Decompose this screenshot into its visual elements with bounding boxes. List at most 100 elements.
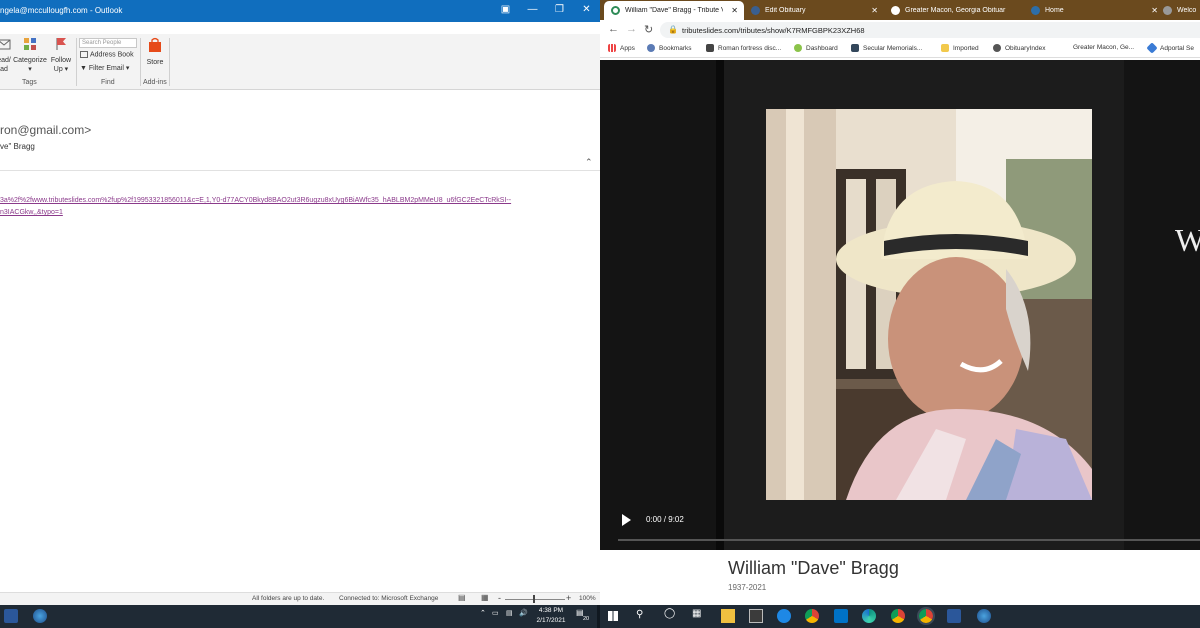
- normal-view-icon[interactable]: ▤: [458, 593, 466, 602]
- memorial-icon: [851, 44, 859, 52]
- flag-icon: [56, 38, 66, 50]
- browser-toolbar: ← → ↻ 🔒 tributeslides.com/tributes/show/…: [600, 20, 1200, 40]
- outlook-window-title: ngela@mccullougfh.com - Outlook: [0, 6, 123, 15]
- zoom-slider-handle[interactable]: [533, 595, 535, 603]
- globe-favicon-icon: [1163, 6, 1172, 15]
- file-explorer-icon[interactable]: [721, 609, 735, 623]
- globe-favicon-icon: [751, 6, 760, 15]
- categorize-button[interactable]: Categorize ▾: [13, 37, 47, 74]
- sender-address: rron@gmail.com>: [0, 123, 92, 137]
- bookmark-imported[interactable]: Imported: [941, 44, 979, 52]
- tab-label: William "Dave" Bragg - Tribute V: [625, 7, 723, 14]
- chrome-profile-icon[interactable]: [891, 609, 905, 623]
- zoom-slider-track[interactable]: [505, 599, 565, 600]
- recipient-line: ve" Bragg: [0, 142, 35, 151]
- chrome-active-icon[interactable]: [917, 607, 935, 625]
- reading-view-icon[interactable]: ▦: [481, 593, 489, 602]
- header-divider: [0, 170, 600, 171]
- ribbon-display-icon[interactable]: ▣: [492, 0, 519, 22]
- envelope-icon: [0, 39, 11, 50]
- filter-icon: ▼: [80, 65, 87, 72]
- tab-strip: William "Dave" Bragg - Tribute V ✕ Edit …: [600, 0, 1200, 20]
- windows-start-icon[interactable]: [608, 611, 618, 621]
- forward-arrow-icon[interactable]: →: [626, 23, 637, 35]
- search-icon[interactable]: ⚲: [636, 609, 643, 620]
- tab-tribute[interactable]: William "Dave" Bragg - Tribute V ✕: [604, 1, 744, 20]
- home-favicon-icon: [1031, 6, 1040, 15]
- bookmark-secular-memorials[interactable]: Secular Memorials...: [851, 44, 922, 52]
- message-link-continued[interactable]: n3IACGkw,,&typo=1: [0, 209, 63, 216]
- close-icon[interactable]: ✕: [573, 0, 600, 22]
- filter-email-button[interactable]: ▼ Filter Email ▾: [80, 64, 129, 72]
- chrome-icon[interactable]: [805, 609, 819, 623]
- system-clock[interactable]: 4:38 PM 2/17/2021: [533, 606, 569, 626]
- desktop: ngela@mccullougfh.com - Outlook ▣ — ❐ ✕ …: [0, 0, 1200, 628]
- tab-label: Home: [1045, 7, 1064, 14]
- bookmark-apps[interactable]: Apps: [608, 44, 635, 52]
- task-view-icon[interactable]: ▦: [692, 608, 701, 619]
- minimize-icon[interactable]: —: [519, 0, 546, 22]
- title-text-fragment: W: [1175, 222, 1200, 258]
- clock-time: 4:38 PM: [538, 607, 564, 614]
- zoom-out-icon[interactable]: -: [498, 593, 501, 603]
- outlook-icon[interactable]: [834, 609, 848, 623]
- categorize-label: Categorize: [13, 57, 47, 64]
- edge-icon[interactable]: [862, 609, 876, 623]
- bookmark-greater-macon[interactable]: Greater Macon, Ge...: [1073, 44, 1134, 51]
- play-icon[interactable]: [622, 514, 631, 526]
- store-button[interactable]: Store: [143, 37, 167, 67]
- address-bar[interactable]: 🔒 tributeslides.com/tributes/show/K7RMFG…: [660, 22, 1200, 38]
- ribbon-separator: [140, 38, 141, 86]
- reload-icon[interactable]: ↻: [644, 23, 653, 36]
- close-tab-icon[interactable]: ✕: [871, 6, 878, 15]
- bookmark-obituary-index[interactable]: ObituaryIndex: [993, 44, 1045, 52]
- close-tab-icon[interactable]: ✕: [731, 6, 738, 15]
- globe-app-icon[interactable]: [977, 609, 991, 623]
- ribbon: ead/ ad Categorize ▾ Follow Up ▾ Tags Se…: [0, 34, 600, 90]
- lock-icon: 🔒: [668, 25, 678, 34]
- tab-welcome[interactable]: Welco: [1156, 1, 1200, 20]
- video-progress-bar[interactable]: [618, 539, 1200, 541]
- bookmark-dashboard[interactable]: Dashboard: [794, 44, 838, 52]
- store-icon[interactable]: [749, 609, 763, 623]
- globe-app-icon[interactable]: [33, 609, 47, 623]
- tribute-title: William "Dave" Bragg: [728, 558, 899, 578]
- search-people-input[interactable]: Search People: [79, 38, 137, 48]
- connection-status: Connected to: Microsoft Exchange: [339, 595, 439, 602]
- tab-greater-macon[interactable]: Greater Macon, Georgia Obituar: [884, 1, 1024, 20]
- back-arrow-icon[interactable]: ←: [608, 23, 619, 35]
- addins-group-label: Add-ins: [143, 79, 167, 86]
- word-icon[interactable]: [4, 609, 18, 623]
- tab-home[interactable]: Home ✕: [1024, 1, 1164, 20]
- folder-icon: [941, 44, 949, 52]
- battery-icon: ▭: [492, 610, 499, 617]
- volume-icon[interactable]: 🔊: [519, 609, 528, 617]
- globe-icon: [993, 44, 1001, 52]
- word-icon[interactable]: [947, 609, 961, 623]
- monitor-divider: [597, 605, 600, 628]
- bookmark-adportal[interactable]: Adportal Se: [1146, 42, 1194, 54]
- bookmark-bookmarks[interactable]: Bookmarks: [647, 44, 692, 52]
- tribute-page: W 0:00 / 9:02 William "Dave" Bragg 1937-…: [600, 58, 1200, 605]
- video-player[interactable]: W 0:00 / 9:02: [600, 60, 1200, 550]
- restore-icon[interactable]: ❐: [546, 0, 573, 22]
- bookmark-roman-fortress[interactable]: Roman fortress disc...: [706, 44, 781, 52]
- store-label: Store: [146, 59, 164, 66]
- follow-up-button[interactable]: Follow Up ▾: [48, 37, 74, 74]
- network-icon[interactable]: ▤: [506, 609, 513, 617]
- clock-date: 2/17/2021: [536, 617, 566, 624]
- read-unread-button[interactable]: ead/ ad: [0, 37, 12, 74]
- zoom-in-icon[interactable]: +: [566, 593, 571, 603]
- cortana-icon[interactable]: ◯: [664, 608, 675, 619]
- tray-expand-icon[interactable]: ⌃: [480, 609, 486, 617]
- address-book-button[interactable]: Address Book: [80, 51, 134, 58]
- ribbon-separator: [76, 38, 77, 86]
- follow-up-label-2: Up ▾: [53, 66, 69, 73]
- message-link[interactable]: 3a%2f%2fwww.tributeslides.com%2fup%2f199…: [0, 197, 511, 204]
- bookmarks-bar: Apps Bookmarks Roman fortress disc... Da…: [600, 40, 1200, 58]
- tab-edit-obituary[interactable]: Edit Obituary ✕: [744, 1, 884, 20]
- player-edge: [716, 60, 724, 550]
- collapse-header-icon[interactable]: ⌃: [585, 157, 593, 168]
- video-time: 0:00 / 9:02: [646, 515, 684, 524]
- safari-icon[interactable]: [777, 609, 791, 623]
